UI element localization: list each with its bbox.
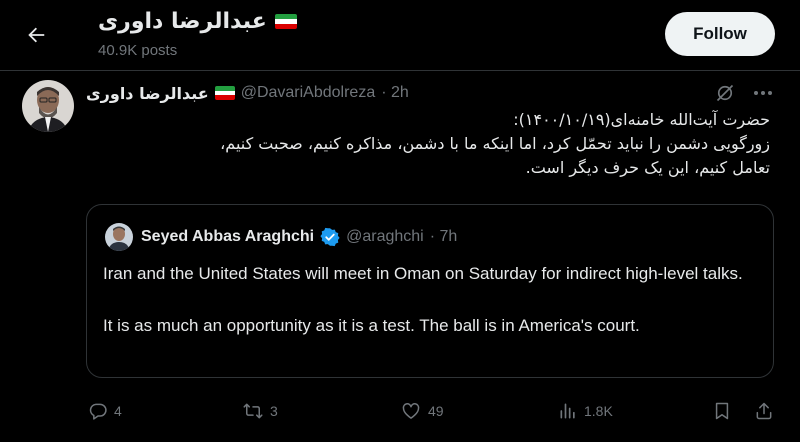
post-count: 40.9K posts: [98, 42, 178, 59]
quoted-author-name: Seyed Abbas Araghchi: [141, 228, 315, 245]
post-body-line: حضرت آیت‌الله خامنه‌ای(۱۴۰۰/۱۰/۱۹):: [513, 110, 770, 129]
post-time[interactable]: · 2h: [381, 84, 409, 102]
iran-flag-icon: [274, 13, 297, 29]
header-divider: [0, 70, 800, 71]
like-count: 49: [428, 403, 444, 419]
reply-button[interactable]: 4: [88, 398, 122, 424]
post-body-line: تعامل کنیم، این یک حرف دیگر است.: [525, 158, 770, 177]
post-author-name[interactable]: عبدالرضا داوری: [86, 84, 209, 103]
more-icon: [754, 91, 772, 95]
share-button[interactable]: [754, 398, 774, 424]
quoted-paragraph: It is as much an opportunity as it is a …: [103, 316, 640, 335]
back-arrow-icon: [28, 27, 45, 43]
post-author-handle[interactable]: @DavariAbdolreza: [241, 84, 376, 102]
post-body: حضرت آیت‌الله خامنه‌ای(۱۴۰۰/۱۰/۱۹): زورگ…: [90, 108, 770, 180]
quoted-author-avatar: [105, 223, 133, 251]
quoted-post[interactable]: Seyed Abbas Araghchi @araghchi · 7h Iran…: [86, 204, 774, 378]
follow-button[interactable]: Follow: [665, 12, 775, 56]
back-button[interactable]: [18, 17, 54, 53]
reply-count: 4: [114, 403, 122, 419]
author-avatar[interactable]: [22, 80, 74, 132]
like-icon: [402, 403, 420, 419]
quoted-paragraph: Iran and the United States will meet in …: [103, 264, 743, 283]
grok-button[interactable]: [712, 80, 738, 106]
view-count: 1.8K: [584, 403, 613, 419]
quoted-post-time: · 7h: [429, 228, 458, 245]
post-body-line: زورگویی دشمن را نباید تحمّل کرد، اما این…: [220, 134, 770, 153]
grok-icon: [716, 84, 734, 102]
bookmark-icon: [715, 402, 729, 420]
header-name: عبدالرضا داوری: [98, 8, 267, 34]
profile-header-title: عبدالرضا داوری: [98, 4, 297, 38]
repost-count: 3: [270, 403, 278, 419]
reply-icon: [89, 403, 107, 420]
quoted-post-body: Iran and the United States will meet in …: [103, 261, 763, 339]
verified-badge-icon: [320, 227, 340, 247]
quoted-author-line: Seyed Abbas Araghchi @araghchi · 7h: [141, 226, 457, 248]
share-icon: [756, 402, 772, 420]
iran-flag-icon: [214, 86, 235, 100]
repost-button[interactable]: 3: [242, 398, 278, 424]
bookmark-button[interactable]: [712, 398, 732, 424]
quoted-author-handle: @araghchi: [346, 228, 424, 245]
views-icon: [560, 403, 575, 419]
post-author-line: عبدالرضا داوری @DavariAbdolreza · 2h: [86, 82, 409, 104]
more-button[interactable]: [748, 80, 778, 106]
like-button[interactable]: 49: [400, 398, 444, 424]
repost-icon: [243, 403, 263, 419]
views-button[interactable]: 1.8K: [558, 398, 613, 424]
